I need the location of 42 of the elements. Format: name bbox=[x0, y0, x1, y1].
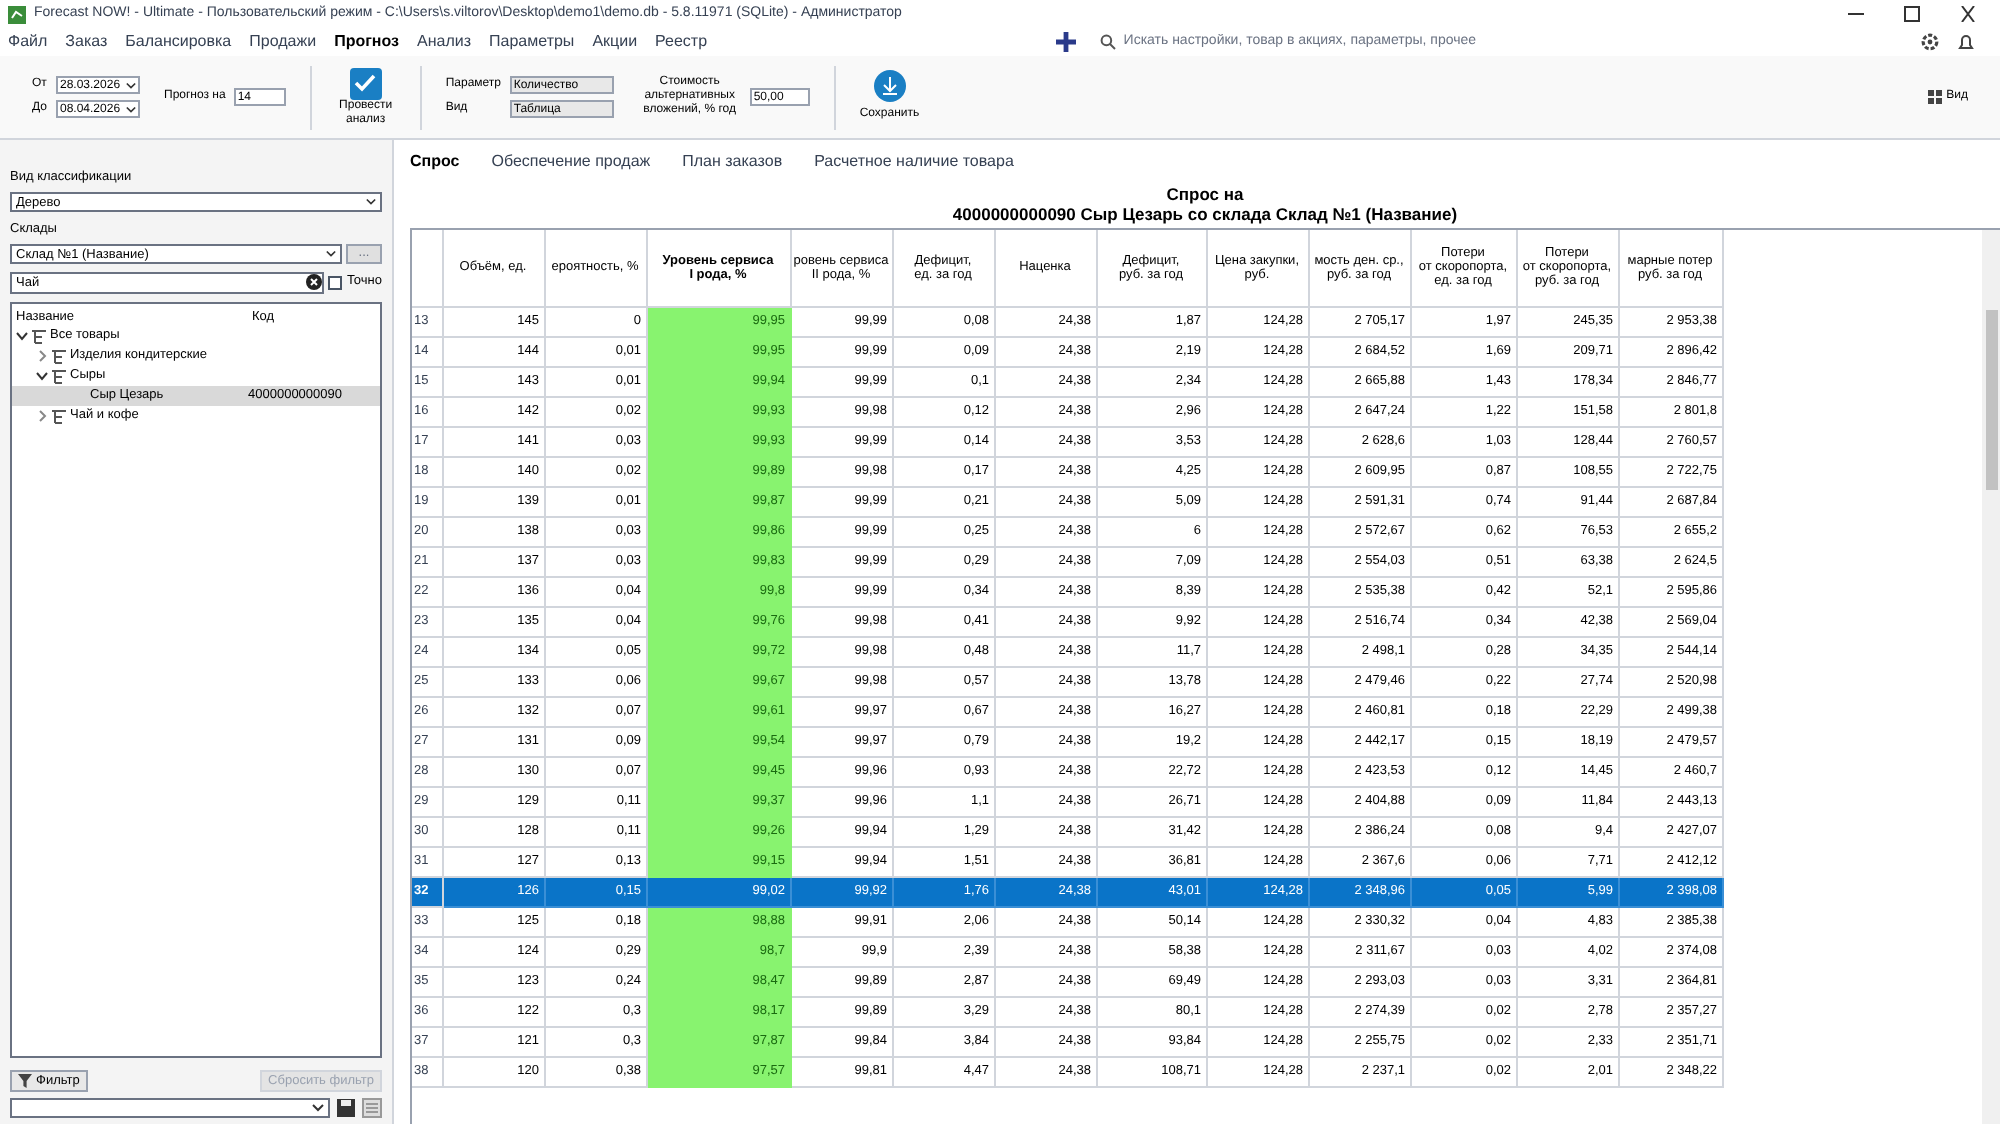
preset-dropdown[interactable] bbox=[10, 1098, 330, 1118]
bell-icon[interactable] bbox=[1956, 32, 1977, 52]
hierarchy-icon bbox=[52, 369, 66, 384]
menu-item[interactable]: Прогноз bbox=[334, 30, 400, 54]
grid-icon bbox=[1928, 90, 1943, 104]
plus-icon[interactable] bbox=[1055, 32, 1076, 52]
hierarchy-icon bbox=[32, 329, 46, 344]
menu-item[interactable]: Реестр bbox=[655, 30, 708, 54]
chevron-icon[interactable] bbox=[326, 249, 336, 257]
menu-item[interactable]: Анализ bbox=[417, 30, 472, 54]
menu-item[interactable]: Заказ bbox=[65, 30, 108, 54]
report-subtitle: 4000000000090 Сыр Цезарь со склада Склад №1 (Название) bbox=[952, 204, 1458, 224]
app-icon bbox=[8, 5, 26, 23]
collapse-icon[interactable] bbox=[36, 410, 48, 423]
settings-icon[interactable] bbox=[1920, 32, 1941, 52]
menu-item[interactable]: Продажи bbox=[249, 30, 317, 54]
menu-item[interactable]: Файл bbox=[8, 30, 48, 54]
chevron-icon bbox=[312, 1104, 324, 1112]
expand-icon[interactable] bbox=[16, 330, 28, 343]
search-icon bbox=[1099, 34, 1116, 50]
chevron-icon[interactable] bbox=[126, 82, 136, 90]
scrollbar[interactable] bbox=[1982, 230, 2000, 1124]
checkbox[interactable] bbox=[328, 275, 343, 289]
tab[interactable]: План заказов bbox=[682, 150, 783, 174]
chevron-icon[interactable] bbox=[366, 197, 376, 206]
menu-item[interactable]: Балансировка bbox=[125, 30, 232, 54]
menu-item[interactable]: Параметры bbox=[489, 30, 575, 54]
report-title: Спрос на bbox=[1166, 184, 1244, 204]
tab[interactable]: Обеспечение продаж bbox=[491, 150, 651, 174]
menu-item[interactable]: Акции bbox=[592, 30, 638, 54]
checkbox[interactable] bbox=[349, 67, 382, 99]
tab[interactable]: Спрос bbox=[410, 150, 460, 174]
hierarchy-icon bbox=[52, 349, 66, 364]
floppy-icon[interactable] bbox=[336, 1098, 356, 1118]
download-icon bbox=[873, 70, 906, 102]
clear-icon[interactable] bbox=[306, 274, 323, 290]
collapse-icon[interactable] bbox=[36, 350, 48, 363]
expand-icon[interactable] bbox=[36, 370, 48, 383]
funnel-icon bbox=[18, 1074, 32, 1088]
tab[interactable]: Расчетное наличие товара bbox=[814, 150, 1014, 174]
chevron-icon[interactable] bbox=[126, 106, 136, 114]
hierarchy-icon bbox=[52, 409, 66, 424]
